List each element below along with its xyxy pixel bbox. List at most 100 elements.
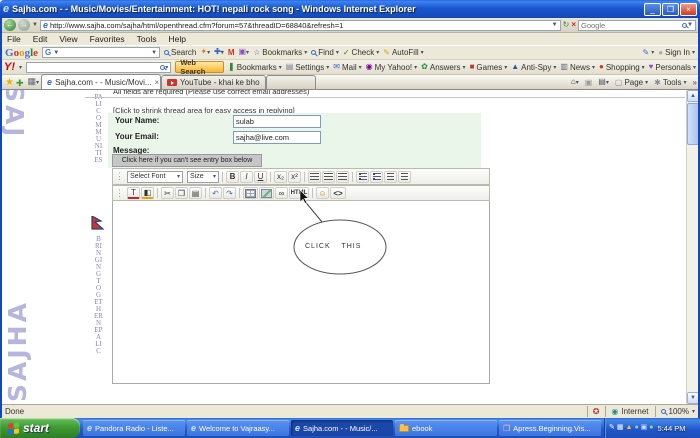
sign-in-button[interactable]: ●Sign In▾: [658, 48, 695, 57]
font-select[interactable]: Select Font▾: [127, 171, 183, 183]
task-apress[interactable]: ❐Apress.Beginning.Vis...: [499, 420, 601, 436]
yahoo-personals[interactable]: ♥Personals▾: [649, 63, 696, 72]
smiley-button[interactable]: ☺: [316, 187, 329, 199]
bold-button[interactable]: B: [226, 171, 239, 183]
align-left-button[interactable]: [308, 171, 321, 183]
spellcheck-button[interactable]: ✓Check▾: [343, 48, 379, 57]
name-input[interactable]: [233, 115, 321, 128]
zoom-control[interactable]: 100% ▾: [655, 406, 695, 417]
yahoo-mail[interactable]: ✉Mail▾: [333, 63, 361, 72]
yahoo-bookmarks[interactable]: ❚Bookmarks▾: [228, 63, 282, 72]
history-dropdown-icon[interactable]: ▼: [32, 22, 38, 28]
insert-link-button[interactable]: ∞: [275, 187, 288, 199]
close-button[interactable]: ×: [680, 3, 697, 16]
align-center-button[interactable]: [322, 171, 335, 183]
align-right-button[interactable]: [336, 171, 349, 183]
new-tab-stub[interactable]: [266, 75, 316, 89]
yahoo-settings[interactable]: ▤Settings▾: [286, 63, 329, 72]
tray-warning-icon[interactable]: ▲: [626, 424, 633, 432]
task-sajha[interactable]: eSajha.com - - Music/...: [291, 420, 393, 436]
menu-favorites[interactable]: Favorites: [90, 34, 125, 44]
email-input[interactable]: [233, 131, 321, 144]
start-button[interactable]: start: [0, 418, 80, 438]
quick-tabs-icon[interactable]: ▦▾: [28, 77, 40, 87]
search-input[interactable]: [581, 21, 682, 30]
editor-body[interactable]: [112, 201, 490, 384]
drag-handle-icon[interactable]: ⋮: [115, 171, 124, 182]
minimize-button[interactable]: _: [644, 3, 661, 16]
menu-edit[interactable]: Edit: [33, 34, 48, 44]
cut-button[interactable]: ✂: [161, 187, 174, 199]
yahoo-news[interactable]: ▥News▾: [560, 63, 595, 72]
web-search-button[interactable]: Web Search: [175, 61, 224, 73]
photos-icon[interactable]: ▣▾: [238, 48, 249, 57]
restore-button[interactable]: ❐: [662, 3, 679, 16]
yahoo-logo-dropdown[interactable]: ▾: [19, 64, 22, 71]
text-color-button[interactable]: T: [127, 187, 140, 199]
yahoo-search-input[interactable]: [29, 63, 160, 72]
task-welcome[interactable]: eWelcome to Vajraasy...: [187, 420, 289, 436]
home-icon[interactable]: ⌂▾: [571, 78, 579, 87]
add-icon[interactable]: ✚▾: [214, 48, 224, 57]
paste-button[interactable]: ▤: [189, 187, 202, 199]
feeds-icon[interactable]: ▣: [585, 79, 593, 87]
menu-file[interactable]: File: [7, 34, 21, 44]
menu-tools[interactable]: Tools: [137, 34, 157, 44]
page-scrollbar[interactable]: ▲ ▼: [686, 90, 698, 404]
yahoo-answers[interactable]: ✿Answers▾: [421, 63, 465, 72]
favorites-star-icon[interactable]: ★: [5, 79, 14, 87]
source-code-button[interactable]: <>: [330, 187, 346, 199]
tab-youtube[interactable]: YouTube - khai ke bho: [161, 75, 265, 89]
page-menu[interactable]: ▢Page▾: [615, 78, 648, 87]
yahoo-games[interactable]: ■Games▾: [470, 63, 508, 72]
size-select[interactable]: Size▾: [187, 171, 219, 183]
share-icon[interactable]: ✦▾: [200, 48, 210, 57]
yahoo-shopping[interactable]: ●Shopping▾: [599, 63, 645, 72]
chevron-icon[interactable]: »: [693, 79, 697, 87]
redo-button[interactable]: ↷: [223, 187, 236, 199]
tools-menu[interactable]: ✱Tools▾: [654, 78, 686, 87]
find-button[interactable]: Find▾: [311, 48, 339, 57]
gmail-icon[interactable]: M: [228, 49, 235, 57]
superscript-button[interactable]: x²: [288, 171, 301, 183]
tab-sajha[interactable]: e Sajha.com - - Music/Movi... ×: [41, 74, 161, 89]
autofill-button[interactable]: ✎AutoFill▾: [383, 48, 423, 57]
back-button[interactable]: ←: [4, 19, 16, 31]
menu-view[interactable]: View: [59, 34, 77, 44]
html-button[interactable]: HTML: [289, 187, 309, 199]
search-icon[interactable]: [682, 23, 687, 28]
copy-button[interactable]: ❐: [175, 187, 188, 199]
zoom-dropdown-icon[interactable]: ▾: [692, 408, 695, 415]
italic-button[interactable]: I: [240, 171, 253, 183]
entry-box-button[interactable]: Click here if you can't see entry box be…: [112, 154, 262, 167]
insert-table-button[interactable]: [243, 187, 258, 199]
yahoo-my-yahoo[interactable]: ◉My Yahoo!▾: [366, 63, 418, 72]
url-input[interactable]: [50, 21, 550, 30]
print-icon[interactable]: ▤▾: [598, 78, 609, 87]
tray-volume-icon[interactable]: ●: [649, 424, 653, 432]
drag-handle-icon[interactable]: ⋮: [115, 188, 124, 199]
outdent-button[interactable]: [384, 171, 397, 183]
underline-button[interactable]: U: [254, 171, 267, 183]
subscript-button[interactable]: x₂: [274, 171, 287, 183]
forward-button[interactable]: →: [18, 19, 30, 31]
insert-image-button[interactable]: [259, 187, 274, 199]
tray-messenger-icon[interactable]: ●: [634, 424, 638, 432]
menu-help[interactable]: Help: [168, 34, 185, 44]
undo-button[interactable]: ↶: [209, 187, 222, 199]
tray-display-icon[interactable]: ▦: [617, 424, 624, 432]
indent-button[interactable]: [398, 171, 411, 183]
google-search-input[interactable]: [61, 48, 149, 57]
toolbar-pen-icon[interactable]: ✎▾: [643, 48, 655, 57]
yahoo-logo[interactable]: Y!: [4, 61, 15, 73]
close-tab-icon[interactable]: ×: [155, 78, 160, 87]
bullet-list-button[interactable]: [356, 171, 369, 183]
yahoo-antispy[interactable]: ▲Anti-Spy▾: [511, 63, 556, 72]
refresh-button[interactable]: ↻: [563, 20, 570, 30]
tray-network-icon[interactable]: ▣: [641, 424, 648, 432]
task-pandora[interactable]: ePandora Radio - Liste...: [83, 420, 185, 436]
url-dropdown-icon[interactable]: ▼: [552, 22, 558, 28]
task-ebook[interactable]: ebook: [395, 420, 497, 436]
google-bookmarks-button[interactable]: ☆Bookmarks▾: [253, 48, 307, 57]
tray-pencil-icon[interactable]: ✎: [609, 424, 615, 432]
